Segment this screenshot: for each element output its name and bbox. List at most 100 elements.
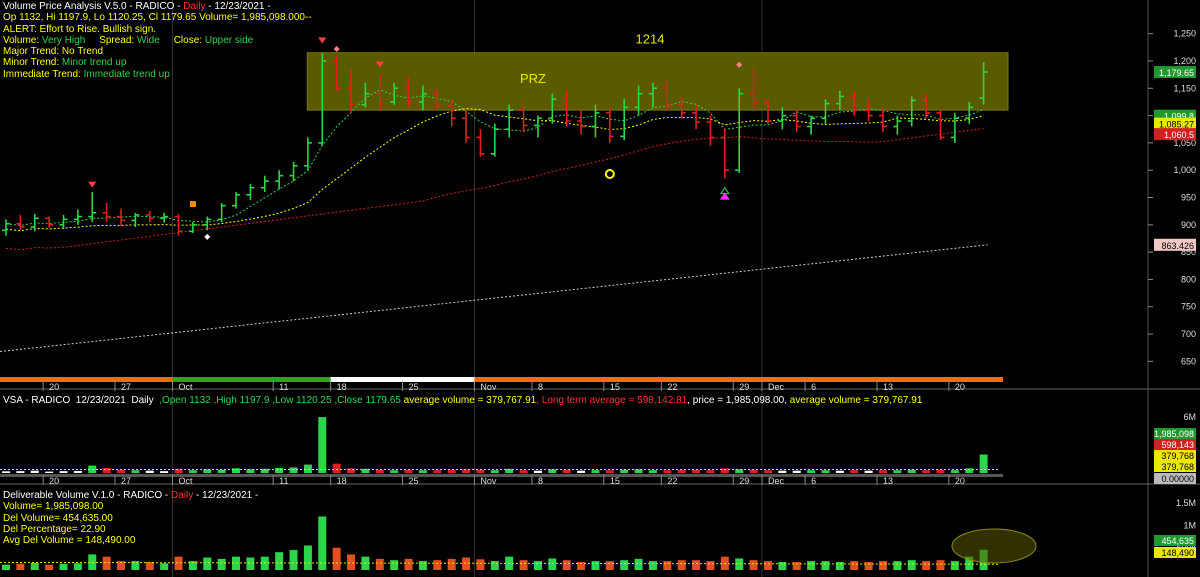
vsa-x-label: Dec [768,476,785,486]
vsa-x-label: Nov [480,476,497,486]
vsa-x-label: 8 [538,476,543,486]
vsa-volume-bar [620,469,629,473]
deliv-volume-bar [289,549,298,570]
deliv-volume-bar [950,561,959,570]
vsa-value-tag-label: 0.00000 [1161,474,1194,484]
deliv-interval: Daily [171,490,194,501]
deliv-highlight-ellipse [951,528,1037,564]
vsa-long-term: , Long term average = 598,142.81 [536,395,688,406]
minor-trend-value: Minor trend up [61,57,127,69]
deliv-volume-bar [2,564,10,570]
alert-label: ALERT: [3,23,37,35]
vsa-volume-bar [533,470,542,473]
ohlc-line: Op 1132, Hi 1197.9, Lo 1120.25, Cl 1179.… [3,12,312,24]
deliv-avg: Avg Del Volume = 148,490.00 [3,535,136,547]
vsa-volume-bar [433,470,442,473]
vsa-volume-bar [145,470,154,473]
deliv-volume-bar [533,561,542,570]
price-x-label: Dec [768,382,785,392]
deliv-volume-bar [663,561,672,570]
vsa-volume-bar [2,471,10,473]
deliv-volume-bar [878,561,887,570]
vsa-volume-bar [907,469,916,473]
vsa-title: VSA - RADICO 12/23/2021 Daily [3,395,160,406]
vsa-average: average volume = 379,767.91 [403,395,537,406]
prz-level-label: 1214 [636,31,665,46]
vsa-volume-bar [59,471,68,473]
y-tick-label: 1,250 [1173,29,1196,39]
vsa-volume-bar [763,470,772,473]
price-x-label: 8 [538,382,543,392]
vsa-volume-bar [850,470,859,473]
deliv-value-tag-label: 454,635 [1161,536,1194,546]
deliv-volume-bar [605,561,614,570]
close-value: Upper side [204,34,254,46]
deliv-volume-bar [807,561,816,570]
vsa-volume-bar [821,470,830,473]
price-x-label: 20 [49,382,59,392]
deliv-volume-bar [763,561,772,570]
y-tick-label: 1,000 [1173,165,1196,175]
vsa-date-strip [0,474,1003,477]
vsa-value-tag-label: 379,768 [1161,462,1194,472]
deliv-volume-bar [591,561,600,570]
deliv-volume-bar [850,561,859,570]
vsa-x-label: 25 [409,476,419,486]
vsa-volume-bar [45,471,54,473]
vsa-x-label: 11 [279,476,288,486]
deliv-volume-bar [778,561,787,570]
vsa-volume-bar [778,470,787,473]
volume-label: Volume: [3,34,40,46]
vsa-volume-bar [117,469,126,473]
vsa-x-label: 20 [955,476,965,486]
y-tick-label: 1,150 [1173,83,1196,93]
deliv-volume-bar [677,560,686,570]
vsa-volume-bar [749,469,758,473]
vsa-volume-bar [835,470,844,473]
y-tick-label: 950 [1181,193,1196,203]
spread-label: Spread: [99,34,135,46]
deliv-volume-bar [548,558,557,570]
date-strip [0,377,1003,382]
vsa-volume-bar [648,470,657,473]
deliv-volume-bar [332,547,341,570]
deliv-volume-bar [433,560,442,570]
vsa-volume-bar [188,470,197,473]
deliv-volume-bar [749,560,758,570]
vsa-volume-bar [476,469,485,473]
price-x-label: 27 [121,382,131,392]
deliv-volume-bar [519,560,528,570]
deliv-volume-bar [562,560,571,570]
price-x-label: 29 [739,382,749,392]
deliv-volume-bar [203,557,212,570]
deliv-title: Deliverable Volume V.1.0 - RADICO - [3,490,172,501]
price-x-label: 6 [811,382,816,392]
major-trend-label: Major Trend: [3,46,60,58]
vsa-volume-bar [692,469,701,473]
y-tick-label: 750 [1181,302,1196,312]
y-tick-label: 900 [1181,220,1196,230]
vsa-ohlc: ,Open 1132 ,High 1197.9 ,Low 1120.25 ,Cl… [159,395,404,406]
vsa-volume-bar [893,470,902,473]
deliv-volume-bar [418,561,427,570]
major-trend-value: No Trend [61,46,104,58]
deliv-volume-bar [45,564,54,570]
deliv-value-tag-label: 148,490 [1161,548,1194,558]
price-x-label: 13 [883,382,893,392]
vsa-volume-bar [562,469,571,473]
price-x-label: 25 [409,382,419,392]
deliv-volume-bar [692,560,701,570]
y-tick-label: 1,200 [1173,56,1196,66]
deliv-volume-bar [447,558,456,570]
immediate-trend-value: Immediate trend up [83,68,170,80]
vsa-value-tag-label: 1,985,098 [1154,429,1194,439]
deliv-volume-bar [821,561,830,570]
price-interval: Daily [183,1,206,12]
deliv-volume-bar [59,563,68,570]
vsa-volume-bar [131,470,140,473]
deliv-volume-bar [476,559,485,570]
deliv-y-tick-label: 1M [1183,520,1196,530]
vsa-x-label: 27 [121,476,131,486]
vsa-volume-bar [936,469,945,473]
vsa-x-label: 6 [811,476,816,486]
